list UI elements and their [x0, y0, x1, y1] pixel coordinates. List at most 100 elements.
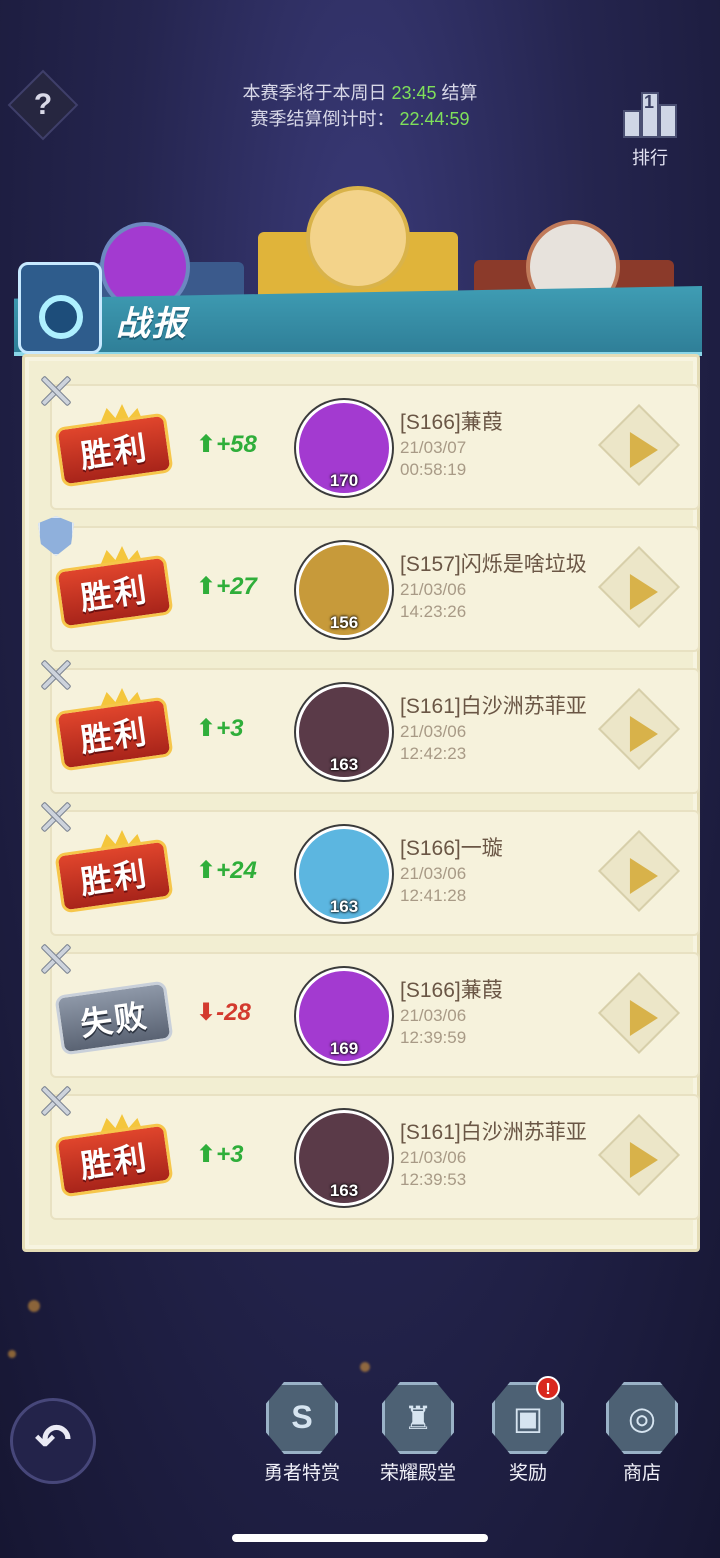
- battle-row: 胜利 ⬆+27 156 [S157]闪烁是啥垃圾 21/03/06 14:23:…: [38, 516, 700, 652]
- nav-shop[interactable]: ◎ 商店: [592, 1382, 692, 1485]
- opponent-name: [S166]一璇: [400, 837, 503, 860]
- podium-icon: 1: [623, 88, 677, 142]
- result-badge: 胜利: [54, 696, 174, 772]
- opponent-level: 163: [329, 755, 359, 774]
- swords-icon: [36, 940, 76, 980]
- opponent-level: 163: [329, 897, 359, 916]
- nav-hero-reward[interactable]: S 勇者特赏: [252, 1382, 352, 1485]
- rank-number: 1: [644, 92, 655, 112]
- result-badge: 胜利: [54, 412, 174, 488]
- home-indicator[interactable]: [232, 1534, 488, 1542]
- hall-of-glory-icon: ♜: [382, 1382, 454, 1454]
- replay-button[interactable]: [597, 545, 681, 629]
- opponent-name: [S166]蒹葭: [400, 411, 503, 434]
- battle-date: 21/03/06: [400, 1148, 467, 1167]
- first-place-avatar[interactable]: [306, 186, 410, 290]
- nav-hero-reward-label: 勇者特赏: [263, 1463, 340, 1484]
- result-badge: 失败: [54, 980, 174, 1056]
- opponent-avatar[interactable]: 163: [296, 826, 392, 922]
- result-badge: 胜利: [54, 838, 174, 914]
- shop-icon: ◎: [606, 1382, 678, 1454]
- arrow-up-icon: ⬆: [196, 431, 217, 458]
- battle-date: 21/03/06: [400, 580, 467, 599]
- ember-glow: [8, 1350, 16, 1358]
- score-delta: ⬆+3: [196, 1141, 244, 1168]
- season-info: 本赛季将于本周日 23:45 结算 赛季结算倒计时： 22:44:59: [0, 80, 720, 132]
- season-end-time: 23:45: [391, 83, 437, 103]
- battle-row: 胜利 ⬆+3 163 [S161]白沙洲苏菲亚 21/03/06 12:39:5…: [40, 1085, 700, 1220]
- nav-shop-label: 商店: [622, 1463, 661, 1484]
- countdown-label: 赛季结算倒计时：: [250, 109, 395, 129]
- arrow-down-icon: ⬇: [196, 999, 217, 1026]
- countdown-value: 22:44:59: [399, 109, 470, 129]
- opponent-level: 170: [329, 471, 359, 490]
- opponent-avatar[interactable]: 163: [296, 1110, 392, 1206]
- battle-row: 失败 ⬇-28 169 [S166]蒹葭 21/03/06 12:39:59: [40, 943, 700, 1078]
- arrow-up-icon: ⬆: [196, 573, 217, 600]
- replay-button[interactable]: [597, 403, 681, 487]
- opponent-name: [S157]闪烁是啥垃圾: [400, 553, 587, 576]
- opponent-name: [S161]白沙洲苏菲亚: [400, 1121, 587, 1144]
- swords-icon: [36, 798, 76, 838]
- panel-title: 战报: [116, 305, 188, 343]
- ranking-button[interactable]: 1 排行: [620, 88, 680, 170]
- battle-date: 21/03/06: [400, 864, 467, 883]
- ember-glow: [360, 1362, 370, 1372]
- battle-time: 14:23:26: [400, 602, 467, 621]
- replay-button[interactable]: [597, 829, 681, 913]
- notification-badge: !: [536, 1376, 560, 1400]
- opponent-avatar[interactable]: 169: [296, 968, 392, 1064]
- back-button[interactable]: ↶: [10, 1398, 96, 1484]
- swords-icon: [36, 372, 76, 412]
- nav-rewards[interactable]: ▣ ! 奖励: [478, 1376, 578, 1485]
- score-delta: ⬆+58: [196, 431, 257, 458]
- battle-row: 胜利 ⬆+24 163 [S166]一璇 21/03/06 12:41:28: [40, 801, 700, 936]
- score-delta: ⬆+24: [196, 857, 257, 884]
- opponent-avatar[interactable]: 170: [296, 400, 392, 496]
- battle-date: 21/03/06: [400, 722, 467, 741]
- nav-hall-of-glory[interactable]: ♜ 荣耀殿堂: [368, 1382, 468, 1485]
- play-icon: [629, 715, 658, 752]
- nav-rewards-label: 奖励: [508, 1463, 547, 1484]
- opponent-level: 156: [329, 613, 359, 632]
- ranking-label: 排行: [632, 148, 668, 168]
- result-badge: 胜利: [54, 554, 174, 630]
- battle-time: 00:58:19: [400, 460, 467, 479]
- hero-reward-icon: S: [266, 1382, 338, 1454]
- play-icon: [629, 1141, 658, 1178]
- opponent-level: 163: [329, 1181, 359, 1200]
- opponent-name: [S161]白沙洲苏菲亚: [400, 695, 587, 718]
- opponent-avatar[interactable]: 163: [296, 684, 392, 780]
- play-icon: [629, 857, 658, 894]
- score-delta: ⬆+3: [196, 715, 244, 742]
- battle-date: 21/03/07: [400, 438, 467, 457]
- nav-hall-of-glory-label: 荣耀殿堂: [379, 1463, 456, 1484]
- swords-icon: [36, 1082, 76, 1122]
- swords-icon: [36, 656, 76, 696]
- battle-date: 21/03/06: [400, 1006, 467, 1025]
- score-delta: ⬆+27: [196, 573, 257, 600]
- battle-time: 12:41:28: [400, 886, 467, 905]
- battle-time: 12:39:59: [400, 1028, 467, 1047]
- ember-glow: [28, 1300, 40, 1312]
- battle-row: 胜利 ⬆+3 163 [S161]白沙洲苏菲亚 21/03/06 12:42:2…: [40, 659, 700, 794]
- play-icon: [629, 431, 658, 468]
- play-icon: [629, 573, 658, 610]
- arrow-up-icon: ⬆: [196, 857, 217, 884]
- battle-row: 胜利 ⬆+58 170 [S166]蒹葭 21/03/07 00:58:19: [40, 375, 700, 510]
- replay-button[interactable]: [597, 971, 681, 1055]
- play-icon: [629, 999, 658, 1036]
- replay-button[interactable]: [597, 1113, 681, 1197]
- arrow-up-icon: ⬆: [196, 715, 217, 742]
- season-end-suffix: 结算: [441, 83, 478, 103]
- result-badge: 胜利: [54, 1122, 174, 1198]
- opponent-level: 169: [329, 1039, 359, 1058]
- opponent-name: [S166]蒹葭: [400, 979, 503, 1002]
- replay-button[interactable]: [597, 687, 681, 771]
- battle-time: 12:39:53: [400, 1170, 467, 1189]
- back-arrow-icon: ↶: [34, 1416, 72, 1465]
- opponent-avatar[interactable]: 156: [296, 542, 392, 638]
- battle-time: 12:42:23: [400, 744, 467, 763]
- arena-emblem-icon: [18, 262, 102, 354]
- score-delta: ⬇-28: [196, 999, 251, 1026]
